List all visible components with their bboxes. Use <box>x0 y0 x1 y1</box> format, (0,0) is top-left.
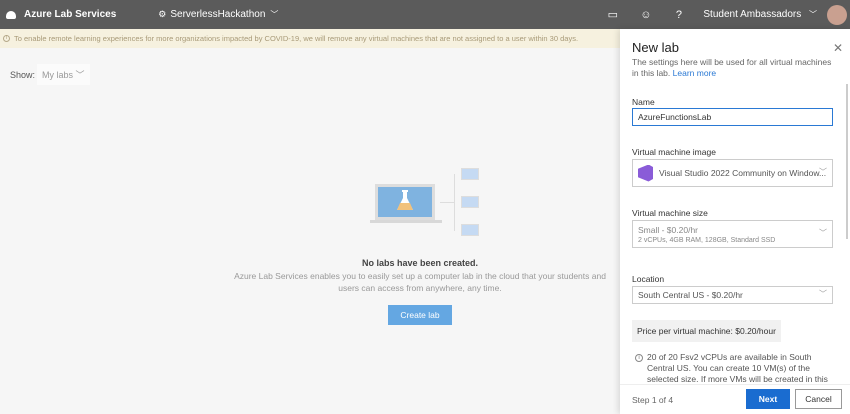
cancel-button[interactable]: Cancel <box>795 389 842 409</box>
empty-state: No labs have been created. Azure Lab Ser… <box>230 160 610 325</box>
empty-title: No labs have been created. <box>361 258 479 268</box>
flask-icon <box>397 190 413 210</box>
size-label: Virtual machine size <box>632 208 708 218</box>
name-input[interactable] <box>632 108 833 126</box>
chevron-down-icon: ﹀ <box>819 228 827 238</box>
size-detail: 2 vCPUs, 4GB RAM, 128GB, Standard SSD <box>638 236 776 244</box>
name-label: Name <box>632 97 655 107</box>
show-filter: Show: My labs ﹀ <box>10 64 90 85</box>
computer-icon <box>461 196 479 208</box>
info-icon: i <box>3 35 10 42</box>
panel-subtitle: The settings here will be used for all v… <box>632 57 837 79</box>
visual-studio-icon <box>638 164 653 182</box>
panel-footer: Step 1 of 4 Next Cancel <box>620 384 850 414</box>
workspace-selector[interactable]: ⚙ ServerlessHackathon ﹀ <box>158 9 278 20</box>
connector <box>454 174 455 231</box>
avatar[interactable] <box>827 4 847 25</box>
image-label: Virtual machine image <box>632 147 716 157</box>
connector <box>440 202 454 203</box>
labs-filter-dropdown[interactable]: My labs ﹀ <box>37 64 90 85</box>
panel-title: New lab <box>632 40 679 55</box>
empty-description: Azure Lab Services enables you to easily… <box>234 271 606 293</box>
help-icon[interactable]: ? <box>662 9 695 21</box>
learn-more-link[interactable]: Learn more <box>673 68 716 78</box>
create-lab-button[interactable]: Create lab <box>388 305 452 325</box>
new-lab-panel: New lab ✕ The settings here will be used… <box>620 29 850 414</box>
cloud-icon <box>6 10 16 19</box>
account-name: Student Ambassadors <box>703 9 802 20</box>
lab-account-icon: ⚙ <box>158 9 167 19</box>
chevron-down-icon: ﹀ <box>270 10 279 19</box>
smiley-feedback-icon[interactable]: ☺ <box>629 9 662 21</box>
location-value: South Central US - $0.20/hr <box>638 290 743 300</box>
step-indicator: Step 1 of 4 <box>632 394 674 405</box>
next-button[interactable]: Next <box>746 389 790 409</box>
banner-text: To enable remote learning experiences fo… <box>14 34 579 43</box>
lab-illustration <box>230 160 610 245</box>
close-icon[interactable]: ✕ <box>833 41 843 55</box>
app-name: Azure Lab Services <box>24 9 117 20</box>
computer-icon <box>461 168 479 180</box>
chevron-down-icon: ﹀ <box>819 289 827 299</box>
size-value: Small - $0.20/hr <box>638 224 698 235</box>
vm-image-dropdown[interactable]: Visual Studio 2022 Community on Window..… <box>632 159 833 187</box>
chevron-down-icon: ﹀ <box>809 10 817 19</box>
workspace-name: ServerlessHackathon <box>170 9 266 20</box>
monitor-icon[interactable]: ▭ <box>596 8 629 21</box>
app-brand[interactable]: Azure Lab Services <box>6 9 116 20</box>
filter-label: Show: <box>10 69 36 80</box>
computer-icon <box>461 224 479 236</box>
scrollbar[interactable] <box>846 84 848 239</box>
subtitle-text: The settings here will be used for all v… <box>632 57 832 78</box>
covid-notice-banner: i To enable remote learning experiences f… <box>0 29 620 48</box>
filter-value: My labs <box>42 70 74 80</box>
laptop-base <box>370 220 442 223</box>
info-icon: i <box>635 354 643 362</box>
location-dropdown[interactable]: South Central US - $0.20/hr ﹀ <box>632 286 833 304</box>
account-menu[interactable]: Student Ambassadors ﹀ <box>703 9 817 20</box>
image-value: Visual Studio 2022 Community on Window..… <box>659 168 827 178</box>
vm-size-dropdown[interactable]: Small - $0.20/hr 2 vCPUs, 4GB RAM, 128GB,… <box>632 220 833 248</box>
location-label: Location <box>632 274 665 284</box>
price-per-vm: Price per virtual machine: $0.20/hour <box>632 320 781 342</box>
chevron-down-icon: ﹀ <box>819 167 827 177</box>
top-bar: Azure Lab Services ⚙ ServerlessHackathon ﹀… <box>0 0 850 29</box>
